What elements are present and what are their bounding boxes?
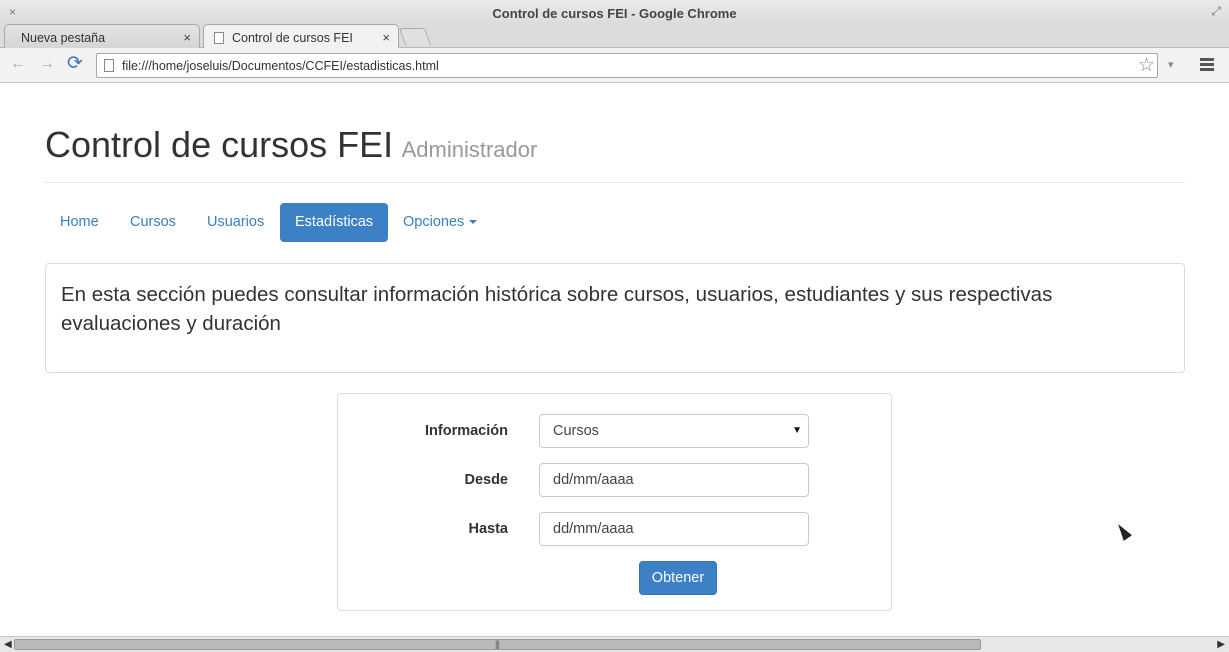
page-content: Control de cursos FEI Administrador Home… [1, 84, 1228, 636]
to-label: Hasta [468, 521, 509, 537]
toolbar-dropdown-icon[interactable]: ▾ [1168, 58, 1174, 71]
nav-item-home[interactable]: Home [45, 203, 114, 242]
page-subtitle: Administrador [401, 137, 538, 162]
nav-item-estadisticas[interactable]: Estadísticas [280, 203, 389, 242]
browser-toolbar: ← → ⟳ file:///home/joseluis/Documentos/C… [0, 48, 1229, 83]
nav-item-cursos[interactable]: Cursos [115, 203, 191, 242]
nav-item-usuarios[interactable]: Usuarios [192, 203, 279, 242]
tab-new-tab[interactable]: Nueva pestaña × [4, 24, 200, 49]
scroll-right-icon[interactable]: ▶ [1217, 639, 1225, 650]
page-title: Control de cursos FEI [45, 124, 394, 165]
to-date-value: dd/mm/aaaa [553, 521, 634, 537]
address-bar[interactable]: file:///home/joseluis/Documentos/CCFEI/e… [96, 53, 1158, 78]
to-date-input[interactable]: dd/mm/aaaa [539, 512, 809, 546]
caret-down-icon [469, 220, 478, 225]
nav-item-label: Opciones [403, 214, 465, 230]
page-icon [104, 59, 114, 72]
tab-close-icon[interactable]: × [183, 30, 191, 45]
back-arrow-icon[interactable]: ← [10, 55, 26, 73]
from-date-input[interactable]: dd/mm/aaaa [539, 463, 809, 497]
reload-icon[interactable]: ⟳ [67, 52, 83, 75]
page-header: Control de cursos FEI Administrador [45, 124, 537, 166]
info-select[interactable]: Cursos ▼ [539, 414, 809, 448]
header-divider [45, 182, 1185, 183]
from-date-value: dd/mm/aaaa [553, 472, 634, 488]
from-label: Desde [464, 472, 508, 488]
url-text[interactable]: file:///home/joseluis/Documentos/CCFEI/e… [122, 59, 439, 73]
tab-close-icon[interactable]: × [382, 30, 390, 45]
scroll-left-icon[interactable]: ◀ [4, 639, 12, 650]
tab-label: Control de cursos FEI [232, 31, 353, 45]
horizontal-scrollbar[interactable]: ◀ ||| ▶ [0, 636, 1229, 652]
info-label: Información [425, 423, 508, 439]
mouse-cursor-icon [1114, 521, 1132, 541]
new-tab-button[interactable] [398, 28, 432, 45]
info-panel: En esta sección puedes consultar informa… [45, 263, 1185, 373]
info-select-value: Cursos [553, 423, 599, 439]
nav-item-opciones[interactable]: Opciones [388, 203, 492, 242]
stats-form: Información Cursos ▼ Desde dd/mm/aaaa Ha… [337, 393, 892, 611]
bookmark-star-icon[interactable]: ☆ [1138, 54, 1155, 77]
forward-arrow-icon[interactable]: → [39, 55, 55, 73]
scrollbar-thumb[interactable]: ||| [14, 639, 981, 650]
chrome-menu-icon[interactable] [1200, 58, 1214, 73]
scrollbar-grip-icon: ||| [495, 639, 500, 649]
page-favicon-icon [214, 32, 224, 44]
tab-strip: Nueva pestaña × Control de cursos FEI × [0, 22, 1229, 50]
tab-control-cursos[interactable]: Control de cursos FEI × [203, 24, 399, 50]
obtener-button[interactable]: Obtener [639, 561, 717, 595]
window-title: Control de cursos FEI - Google Chrome [492, 6, 737, 21]
info-text: En esta sección puedes consultar informa… [61, 283, 1053, 335]
window-maximize-icon[interactable]: ⤢ [1211, 4, 1221, 19]
select-arrow-icon: ▼ [792, 425, 802, 436]
tab-label: Nueva pestaña [21, 31, 106, 45]
